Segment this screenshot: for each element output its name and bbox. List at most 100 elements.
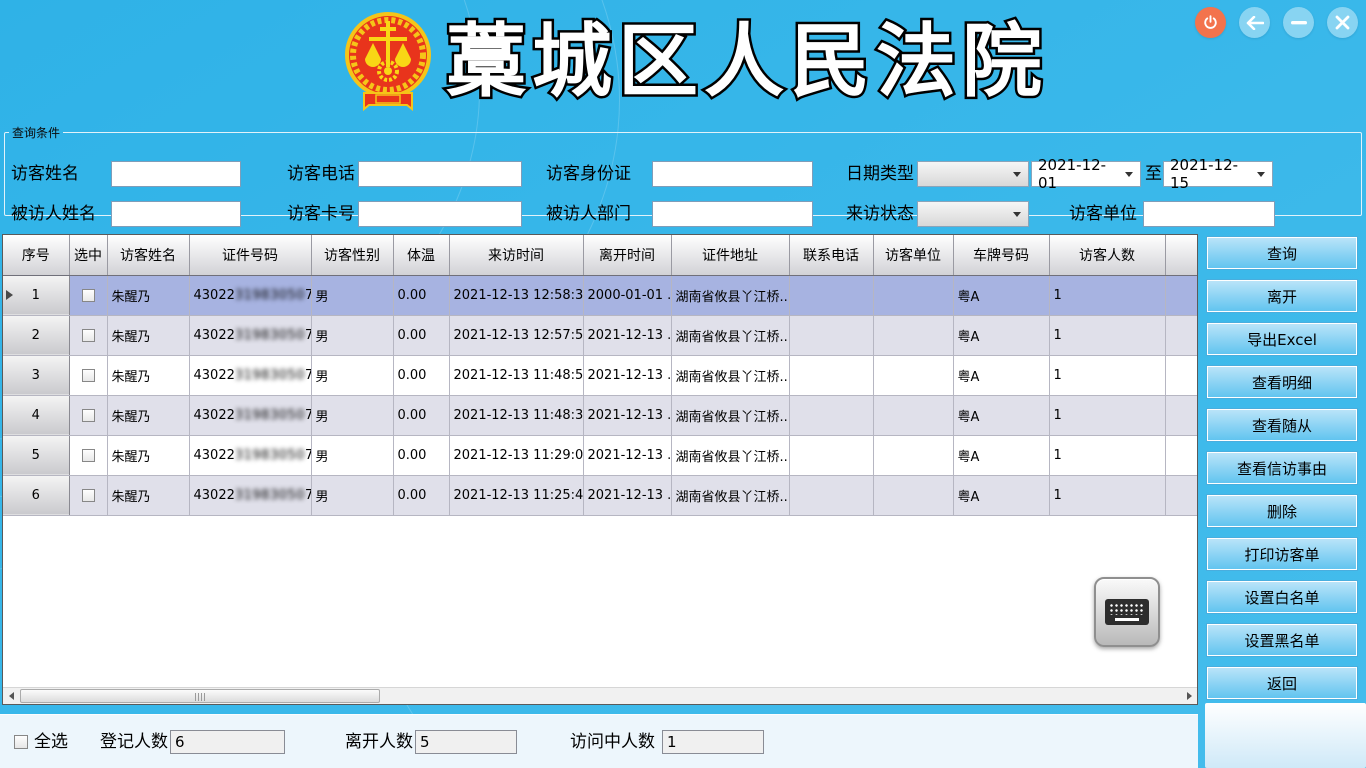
set-whitelist-button[interactable]: 设置白名单 (1206, 580, 1358, 614)
cell-gender: 男 (311, 475, 393, 515)
row-header-cell[interactable]: 2 (3, 315, 69, 355)
cell-address: 湖南省攸县丫江桥... (671, 395, 789, 435)
column-header-phone[interactable]: 联系电话 (789, 235, 873, 275)
column-header-unit[interactable]: 访客单位 (873, 235, 953, 275)
back-arrow-icon (1246, 16, 1264, 30)
row-header-cell[interactable]: 6 (3, 475, 69, 515)
virtual-keyboard-button[interactable] (1094, 577, 1160, 647)
visiting-count-field[interactable] (662, 730, 764, 754)
scroll-left-button[interactable] (3, 688, 19, 704)
scrollbar-thumb[interactable] (20, 689, 380, 703)
cell-arrive: 2021-12-13 12:57:59 (449, 315, 583, 355)
minimize-button[interactable] (1283, 7, 1314, 38)
registered-count-field[interactable] (170, 730, 285, 754)
table-row[interactable]: 5朱醒乃430223198305074518男0.002021-12-13 11… (3, 435, 1198, 475)
row-checkbox[interactable] (82, 409, 95, 422)
table-row[interactable]: 3朱醒乃430223198305074518男0.002021-12-13 11… (3, 355, 1198, 395)
leave-button[interactable]: 离开 (1206, 279, 1358, 313)
column-header-count[interactable]: 访客人数 (1049, 235, 1165, 275)
print-visitor-button[interactable]: 打印访客单 (1206, 537, 1358, 571)
view-petition-button[interactable]: 查看信访事由 (1206, 451, 1358, 485)
column-header-filler[interactable] (1165, 235, 1198, 275)
visit-status-label: 来访状态 (846, 201, 914, 227)
column-header-address[interactable]: 证件地址 (671, 235, 789, 275)
column-header-plate[interactable]: 车牌号码 (953, 235, 1049, 275)
row-checkbox[interactable] (82, 369, 95, 382)
query-conditions-panel: 查询条件 访客姓名 访客电话 访客身份证 日期类型 2021-12-01 至 2… (4, 124, 1362, 216)
row-header-cell[interactable]: 4 (3, 395, 69, 435)
back-button[interactable] (1239, 7, 1270, 38)
cell-address: 湖南省攸县丫江桥... (671, 275, 789, 315)
column-header-id[interactable]: 证件号码 (189, 235, 311, 275)
cell-name: 朱醒乃 (107, 275, 189, 315)
visitor-name-input[interactable] (111, 161, 241, 187)
set-blacklist-button[interactable]: 设置黑名单 (1206, 623, 1358, 657)
cell-address: 湖南省攸县丫江桥... (671, 315, 789, 355)
visitor-phone-label: 访客电话 (287, 161, 355, 187)
row-checkbox[interactable] (82, 289, 95, 302)
row-checkbox[interactable] (82, 449, 95, 462)
column-header-name[interactable]: 访客姓名 (107, 235, 189, 275)
cell-count: 1 (1049, 315, 1165, 355)
cell-temp: 0.00 (393, 475, 449, 515)
query-button[interactable]: 查询 (1206, 236, 1358, 270)
date-type-label: 日期类型 (846, 161, 914, 187)
visitor-phone-input[interactable] (358, 161, 522, 187)
column-header-temp[interactable]: 体温 (393, 235, 449, 275)
visited-dept-input[interactable] (652, 201, 813, 227)
visitor-unit-input[interactable] (1143, 201, 1275, 227)
close-button[interactable] (1327, 7, 1358, 38)
view-detail-button[interactable]: 查看明细 (1206, 365, 1358, 399)
visitor-id-input[interactable] (652, 161, 813, 187)
delete-button[interactable]: 删除 (1206, 494, 1358, 528)
cell-unit (873, 355, 953, 395)
view-follower-button[interactable]: 查看随从 (1206, 408, 1358, 442)
row-checkbox[interactable] (82, 489, 95, 502)
cell-plate: 粤A (953, 355, 1049, 395)
date-type-select[interactable] (917, 161, 1029, 187)
power-icon (1202, 14, 1219, 31)
cell-count: 1 (1049, 275, 1165, 315)
row-select-cell (69, 355, 107, 395)
cell-id: 430223198305074518 (189, 315, 311, 355)
scroll-right-button[interactable] (1181, 688, 1197, 704)
table-row[interactable]: 2朱醒乃430223198305074518男0.002021-12-13 12… (3, 315, 1198, 355)
cell-gender: 男 (311, 435, 393, 475)
date-to-value: 2021-12-15 (1170, 156, 1250, 192)
cell-name: 朱醒乃 (107, 435, 189, 475)
horizontal-scrollbar[interactable] (3, 687, 1197, 704)
column-header-index[interactable]: 序号 (3, 235, 69, 275)
visitor-name-label: 访客姓名 (11, 161, 79, 187)
date-to-picker[interactable]: 2021-12-15 (1163, 161, 1273, 187)
column-header-checkbox[interactable]: 选中 (69, 235, 107, 275)
column-header-gender[interactable]: 访客性别 (311, 235, 393, 275)
row-checkbox[interactable] (82, 329, 95, 342)
cell-phone (789, 435, 873, 475)
table-row[interactable]: 4朱醒乃430223198305074518男0.002021-12-13 11… (3, 395, 1198, 435)
row-header-cell[interactable]: 3 (3, 355, 69, 395)
column-header-arrive[interactable]: 来访时间 (449, 235, 583, 275)
cell-filler (1165, 435, 1198, 475)
table-row[interactable]: 6朱醒乃430223198305074518男0.002021-12-13 11… (3, 475, 1198, 515)
column-header-leave[interactable]: 离开时间 (583, 235, 671, 275)
visited-name-input[interactable] (111, 201, 241, 227)
cell-arrive: 2021-12-13 11:48:52 (449, 355, 583, 395)
left-count-field[interactable] (415, 730, 517, 754)
chevron-down-icon (1013, 212, 1021, 217)
visitor-card-input[interactable] (358, 201, 522, 227)
date-from-picker[interactable]: 2021-12-01 (1031, 161, 1141, 187)
cell-plate: 粤A (953, 435, 1049, 475)
back-button[interactable]: 返回 (1206, 666, 1358, 700)
row-header-cell[interactable]: 5 (3, 435, 69, 475)
row-select-cell (69, 315, 107, 355)
cell-filler (1165, 355, 1198, 395)
court-emblem-logo (345, 7, 431, 117)
table-row[interactable]: 1朱醒乃430223198305074518男0.002021-12-13 12… (3, 275, 1198, 315)
select-all-checkbox[interactable] (14, 735, 28, 749)
cell-gender: 男 (311, 315, 393, 355)
visit-status-select[interactable] (917, 201, 1029, 227)
export-excel-button[interactable]: 导出Excel (1206, 322, 1358, 356)
power-button[interactable] (1195, 7, 1226, 38)
current-row-pointer-icon (6, 290, 13, 300)
row-header-cell[interactable]: 1 (3, 275, 69, 315)
